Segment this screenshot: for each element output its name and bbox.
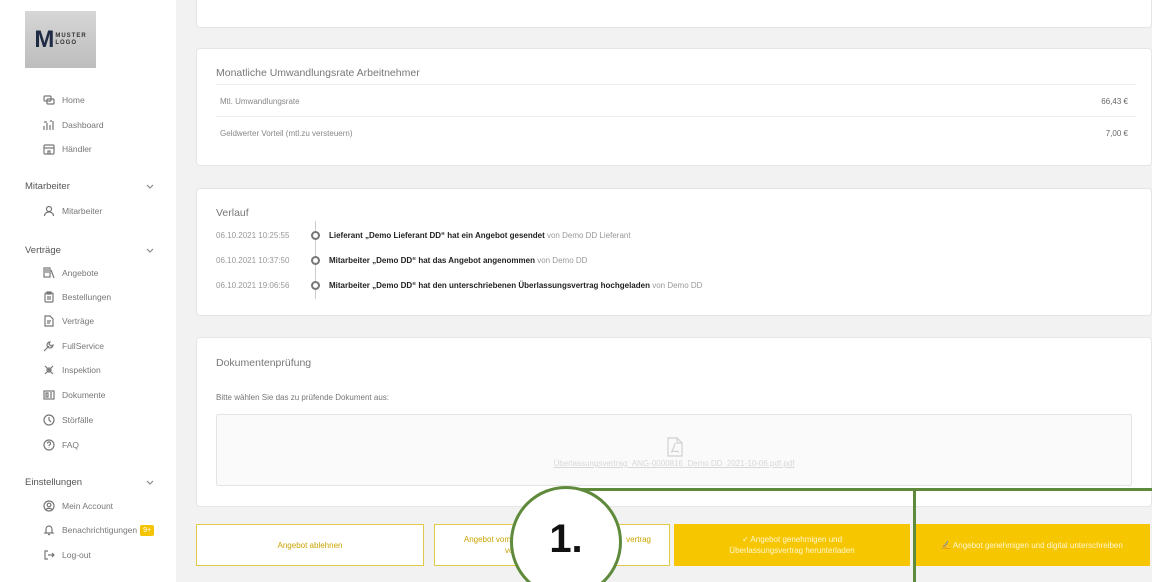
button-label-part: Angebot vom <box>463 535 512 544</box>
logo-letter: M <box>34 25 54 53</box>
dokumente-instruction: Bitte wählen Sie das zu prüfende Dokumen… <box>216 393 389 402</box>
offers-icon <box>43 267 55 279</box>
timeline-dot <box>311 256 320 265</box>
sidebar-item-dashboard[interactable]: Dashboard <box>43 117 104 133</box>
sidebar-item-label: Inspektion <box>62 365 101 375</box>
sidebar-item-label: Bestellungen <box>62 292 112 302</box>
sidebar-item-faq[interactable]: FAQ <box>43 437 79 453</box>
logo-line-2: LOGO <box>55 39 77 46</box>
sidebar-item-label: FAQ <box>62 440 80 450</box>
sidebar-item-haendler[interactable]: Händler <box>43 141 92 157</box>
sidebar-item-label: Angebote <box>62 268 99 278</box>
timeline-entry-text: Mitarbeiter „Demo DD“ hat das Angebot an… <box>329 256 535 265</box>
chevron-down-icon <box>145 245 155 255</box>
timeline-dot <box>311 231 320 240</box>
timeline-entry-text: Mitarbeiter „Demo DD“ hat den unterschri… <box>329 281 650 290</box>
card-umwandlungsrate <box>196 48 1152 166</box>
document-select-zone[interactable]: Überlassungsvertrag_ANG-0000816_Demo DD_… <box>216 414 1132 486</box>
sidebar-item-vertraege[interactable]: Verträge <box>43 313 94 329</box>
sidebar-item-mitarbeiter[interactable]: Mitarbeiter <box>43 203 102 219</box>
timeline-entry-author: von Demo DD <box>652 281 703 290</box>
timeline-date: 06.10.2021 10:25:55 <box>216 231 290 240</box>
logout-icon <box>43 549 55 561</box>
inspection-icon <box>43 364 55 376</box>
divider <box>216 84 1136 85</box>
sidebar-item-logout[interactable]: Log-out <box>43 547 91 563</box>
section-einstellungen[interactable]: Einstellungen <box>25 475 155 489</box>
button-label: Angebot ablehnen <box>277 540 343 550</box>
store-icon <box>43 143 55 155</box>
notification-badge: 9+ <box>140 524 155 536</box>
sidebar-item-label: Verträge <box>62 316 95 326</box>
timeline-entry: Lieferant „Demo Lieferant DD“ hat ein An… <box>329 231 631 240</box>
chevron-down-icon <box>145 477 155 487</box>
sidebar-item-bestellungen[interactable]: Bestellungen <box>43 289 111 305</box>
timeline-entry-text: Lieferant „Demo Lieferant DD“ hat ein An… <box>329 231 545 240</box>
callout-frame-left <box>576 488 916 582</box>
sidebar-item-label: Dokumente <box>62 390 106 400</box>
wrench-icon <box>43 340 55 352</box>
contract-icon <box>43 315 55 327</box>
sidebar-item-dokumente[interactable]: Dokumente <box>43 387 105 403</box>
divider <box>216 116 1136 117</box>
timeline-entry: Mitarbeiter „Demo DD“ hat das Angebot an… <box>329 256 587 265</box>
bell-icon <box>43 524 55 536</box>
company-logo[interactable]: M MUSTER LOGO <box>25 11 96 68</box>
sidebar-item-benachrichtigungen[interactable]: Benachrichtigungen 9+ <box>43 522 155 538</box>
section-title: Verträge <box>25 244 61 256</box>
geldwerter-vorteil-value: 7,00 € <box>1105 129 1128 138</box>
callout-step-label: 1. <box>549 517 583 561</box>
user-icon <box>43 205 55 217</box>
timeline-dot <box>311 281 320 290</box>
help-icon <box>43 439 55 451</box>
timeline-entry: Mitarbeiter „Demo DD“ hat den unterschri… <box>329 281 702 290</box>
sidebar: M MUSTER LOGO Home Dashboard Händler Mit… <box>0 0 176 582</box>
sidebar-item-inspektion[interactable]: Inspektion <box>43 362 101 378</box>
callout-frame-right <box>913 488 1152 582</box>
sidebar-item-label: Dashboard <box>62 120 104 130</box>
sidebar-item-label: Benachrichtigungen <box>62 525 138 535</box>
sidebar-item-home[interactable]: Home <box>43 92 85 108</box>
timeline-entry-author: von Demo DD <box>537 256 588 265</box>
chat-icon <box>43 94 55 106</box>
documents-icon <box>43 389 55 401</box>
sidebar-item-angebote[interactable]: Angebote <box>43 265 98 281</box>
verlauf-title: Verlauf <box>216 207 249 219</box>
sidebar-item-fullservice[interactable]: FullService <box>43 338 104 354</box>
umwandlungsrate-value: 66,43 € <box>1101 97 1128 106</box>
sidebar-item-label: Home <box>62 95 85 105</box>
button-label-left: Angebot vom von <box>457 534 518 556</box>
sidebar-item-mein-account[interactable]: Mein Account <box>43 498 113 514</box>
clipboard-icon <box>43 291 55 303</box>
umwandlung-title: Monatliche Umwandlungsrate Arbeitnehmer <box>216 67 420 79</box>
card-verlauf <box>196 188 1152 316</box>
timeline-entry-author: von Demo DD Lieferant <box>546 231 631 240</box>
section-title: Einstellungen <box>25 476 83 488</box>
timeline-date: 06.10.2021 10:37:50 <box>216 256 290 265</box>
section-vertraege[interactable]: Verträge <box>25 243 155 257</box>
geldwerter-vorteil-label: Geldwerter Vorteil (mtl.zu versteuern) <box>220 129 353 138</box>
sidebar-item-label: Log-out <box>62 550 91 560</box>
sidebar-item-label: Mein Account <box>62 501 114 511</box>
dashboard-icon <box>43 119 55 131</box>
chevron-down-icon <box>145 181 155 191</box>
timeline-date: 06.10.2021 19:06:56 <box>216 281 290 290</box>
sidebar-item-label: Händler <box>62 144 92 154</box>
dokumente-title: Dokumentenprüfung <box>216 357 312 369</box>
pdf-file-icon <box>667 437 683 457</box>
document-file-link[interactable]: Überlassungsvertrag_ANG-0000816_Demo DD_… <box>217 459 1131 468</box>
sidebar-item-stoerfaelle[interactable]: Störfälle <box>43 412 93 428</box>
section-title: Mitarbeiter <box>25 180 70 192</box>
section-mitarbeiter[interactable]: Mitarbeiter <box>25 179 155 193</box>
account-icon <box>43 500 55 512</box>
sidebar-item-label: FullService <box>62 341 105 351</box>
logo-line-1: MUSTER <box>55 32 87 39</box>
clock-icon <box>43 414 55 426</box>
sidebar-item-label: Mitarbeiter <box>62 206 103 216</box>
sidebar-item-label: Störfälle <box>62 415 94 425</box>
app-window: M MUSTER LOGO Home Dashboard Händler Mit… <box>0 0 1152 582</box>
card-previous <box>196 0 1152 28</box>
reject-offer-button[interactable]: Angebot ablehnen <box>196 524 424 566</box>
umwandlungsrate-label: Mtl. Umwandlungsrate <box>220 97 300 106</box>
